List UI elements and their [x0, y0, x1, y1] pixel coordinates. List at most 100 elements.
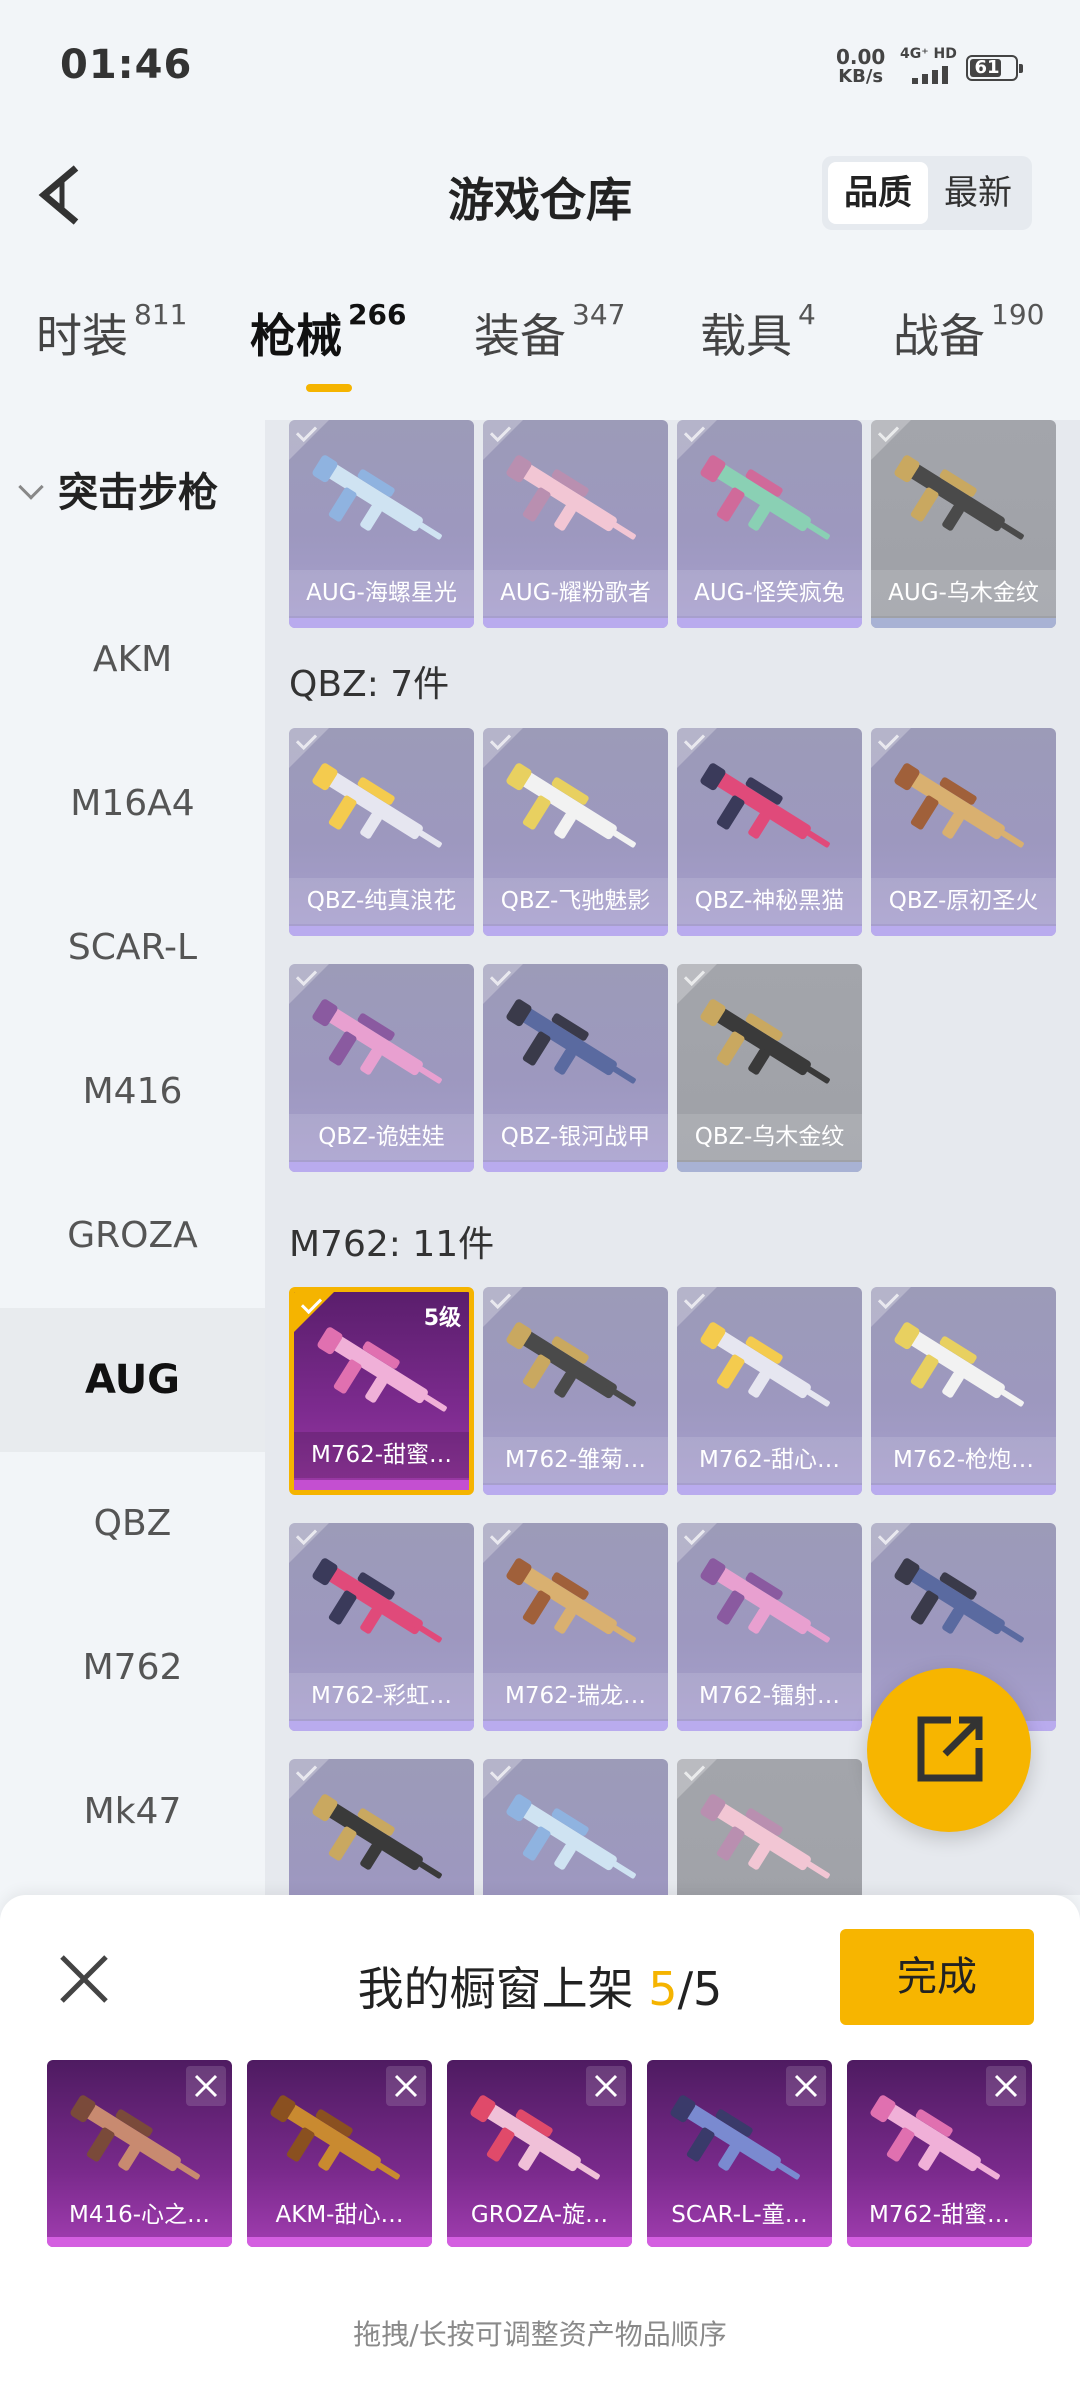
skin-name: M762-彩虹…	[289, 1673, 474, 1719]
gun-icon	[506, 1794, 636, 1879]
showcase-item-name: AKM-甜心…	[275, 2202, 404, 2228]
level-badge: 5级	[423, 1306, 461, 1331]
skin-name: QBZ-飞驰魅影	[483, 878, 668, 924]
showcase-item[interactable]: M762-甜蜜…	[847, 2060, 1032, 2247]
share-button[interactable]	[867, 1668, 1031, 1832]
skin-card[interactable]	[289, 1759, 474, 1895]
skin-name: QBZ-诡娃娃	[289, 1114, 474, 1160]
skin-card[interactable]: QBZ-纯真浪花	[289, 728, 474, 936]
gun-icon	[700, 1558, 830, 1643]
gun-icon	[700, 999, 830, 1084]
network-speed: 0.00 KB/s	[836, 47, 885, 87]
skin-name: AUG-怪笑疯兔	[677, 570, 862, 616]
skin-card[interactable]	[483, 1759, 668, 1895]
skin-name: QBZ-乌木金纹	[677, 1114, 862, 1160]
sidebar-item-m762[interactable]: M762	[0, 1596, 265, 1740]
gun-icon	[894, 1322, 1024, 1407]
gun-icon	[700, 455, 830, 540]
sidebar-item-m416[interactable]: M416	[0, 1020, 265, 1164]
header: 游戏仓库 品质 最新	[0, 130, 1080, 260]
gun-icon	[506, 763, 636, 848]
remove-icon[interactable]	[986, 2066, 1026, 2106]
remove-icon[interactable]	[386, 2066, 426, 2106]
weapon-sidebar: 突击步枪 AKM M16A4 SCAR-L M416 GROZA AUG QBZ…	[0, 420, 265, 1900]
skin-card[interactable]: M762-雏菊…	[483, 1287, 668, 1495]
skin-name: M762-甜蜜…	[294, 1432, 469, 1478]
skin-card[interactable]: AUG-乌木金纹	[871, 420, 1056, 628]
signal-label: 4G⁺ HD	[900, 46, 957, 62]
reorder-hint: 拖拽/长按可调整资产物品顺序	[353, 2318, 727, 2351]
skin-card[interactable]: QBZ-诡娃娃	[289, 964, 474, 1172]
skin-card[interactable]: M762-彩虹…	[289, 1523, 474, 1731]
skin-name: M762-雏菊…	[483, 1437, 668, 1483]
share-icon	[917, 1716, 983, 1782]
tab-fashion[interactable]: 时装 811	[36, 298, 187, 366]
skin-card[interactable]: M762-枪炮…	[871, 1287, 1056, 1495]
gun-icon	[312, 763, 442, 848]
skin-card[interactable]: QBZ-银河战甲	[483, 964, 668, 1172]
skin-card[interactable]: AUG-耀粉歌者	[483, 420, 668, 628]
sidebar-item-scar-l[interactable]: SCAR-L	[0, 876, 265, 1020]
active-tab-indicator	[306, 384, 352, 392]
showcase-item[interactable]: M416-心之…	[47, 2060, 232, 2247]
skin-card[interactable]: QBZ-飞驰魅影	[483, 728, 668, 936]
skin-card[interactable]: QBZ-原初圣火	[871, 728, 1056, 936]
skin-card[interactable]: M762-瑞龙…	[483, 1523, 668, 1731]
section-label-qbz: QBZ: 7件	[289, 664, 450, 705]
sidebar-item-groza[interactable]: GROZA	[0, 1164, 265, 1308]
skin-card[interactable]: AUG-海螺星光	[289, 420, 474, 628]
showcase-item[interactable]: SCAR-L-童…	[647, 2060, 832, 2247]
skin-name: QBZ-原初圣火	[871, 878, 1056, 924]
skin-name: QBZ-纯真浪花	[289, 878, 474, 924]
remove-icon[interactable]	[586, 2066, 626, 2106]
tab-vehicles[interactable]: 载具 4	[700, 298, 816, 366]
sort-quality-button[interactable]: 品质	[828, 162, 928, 224]
gun-icon	[317, 1327, 447, 1412]
showcase-item[interactable]: GROZA-旋…	[447, 2060, 632, 2247]
sort-newest-button[interactable]: 最新	[928, 162, 1028, 224]
showcase-item-name: SCAR-L-童…	[671, 2202, 808, 2228]
gun-icon	[312, 999, 442, 1084]
gun-icon	[894, 1558, 1024, 1643]
skin-name: M762-镭射…	[677, 1673, 862, 1719]
done-button[interactable]: 完成	[840, 1929, 1034, 2025]
skin-name: AUG-海螺星光	[289, 570, 474, 616]
gun-icon	[312, 1558, 442, 1643]
showcase-item-name: M416-心之…	[68, 2202, 211, 2228]
skin-card[interactable]: QBZ-神秘黑猫	[677, 728, 862, 936]
skin-card[interactable]: 5级 M762-甜蜜…	[289, 1287, 474, 1495]
gun-icon	[506, 999, 636, 1084]
skin-card[interactable]: QBZ-乌木金纹	[677, 964, 862, 1172]
tab-equipment[interactable]: 装备 347	[474, 298, 625, 366]
gun-icon	[506, 1322, 636, 1407]
skin-name: QBZ-神秘黑猫	[677, 878, 862, 924]
gun-icon	[700, 1322, 830, 1407]
status-time: 01:46	[60, 42, 193, 88]
sidebar-item-aug[interactable]: AUG	[0, 1308, 265, 1452]
skin-card[interactable]: AUG-怪笑疯兔	[677, 420, 862, 628]
sort-toggle: 品质 最新	[822, 156, 1032, 230]
skin-name: AUG-乌木金纹	[871, 570, 1056, 616]
remove-icon[interactable]	[186, 2066, 226, 2106]
skin-card[interactable]: M762-镭射…	[677, 1523, 862, 1731]
skin-name: M762-枪炮…	[871, 1437, 1056, 1483]
sidebar-item-qbz[interactable]: QBZ	[0, 1452, 265, 1596]
gun-icon	[312, 455, 442, 540]
gun-icon	[894, 455, 1024, 540]
battery-level: 61	[974, 57, 1000, 78]
tab-weapons[interactable]: 枪械 266	[250, 298, 406, 366]
showcase-item-name: M762-甜蜜…	[868, 2202, 1011, 2228]
sidebar-item-akm[interactable]: AKM	[0, 588, 265, 732]
net-speed-value: 0.00	[836, 45, 886, 69]
skin-card[interactable]	[677, 1759, 862, 1895]
showcase-item[interactable]: AKM-甜心…	[247, 2060, 432, 2247]
sidebar-item-mk47[interactable]: Mk47	[0, 1740, 265, 1884]
tab-supplies[interactable]: 战备 190	[893, 298, 1044, 366]
skin-name: AUG-耀粉歌者	[483, 570, 668, 616]
sidebar-item-m16a4[interactable]: M16A4	[0, 732, 265, 876]
signal-icon: 4G⁺ HD	[900, 46, 958, 88]
skin-card[interactable]: M762-甜心…	[677, 1287, 862, 1495]
remove-icon[interactable]	[786, 2066, 826, 2106]
gun-icon	[894, 763, 1024, 848]
sidebar-group-assault-rifles[interactable]: 突击步枪	[18, 460, 218, 518]
